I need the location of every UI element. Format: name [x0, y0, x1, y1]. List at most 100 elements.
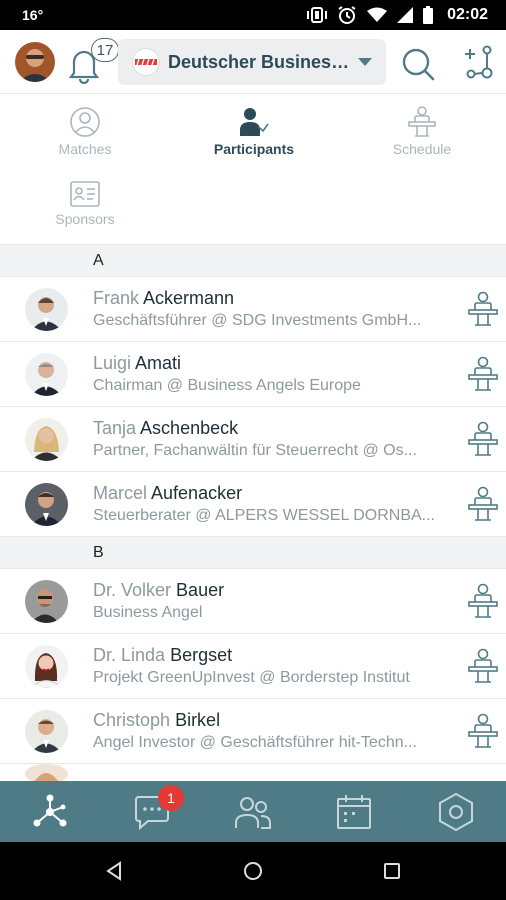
avatar	[25, 580, 68, 623]
participant-title: Steuerberater @ ALPERS WESSEL DORNBA...	[93, 507, 435, 524]
event-logo	[132, 48, 160, 76]
participant-title: Chairman @ Business Angels Europe	[93, 377, 361, 394]
home-icon[interactable]	[243, 861, 263, 881]
nav-chat[interactable]	[102, 781, 202, 842]
tab-label: Participants	[213, 141, 295, 157]
participant-row[interactable]: Marcel Aufenacker Steuerberater @ ALPERS…	[0, 472, 506, 537]
tab-participants[interactable]: Participants	[194, 106, 314, 166]
bottom-navigation: 1	[0, 781, 506, 842]
participant-row[interactable]: Dr. Volker Bauer Business Angel	[0, 569, 506, 634]
event-name: Deutscher Business...	[168, 51, 350, 72]
chat-unread-badge: 1	[158, 785, 184, 811]
my-avatar[interactable]	[15, 42, 55, 82]
vibrate-icon	[307, 7, 328, 23]
avatar	[25, 710, 68, 753]
notifications-button[interactable]: 17	[66, 38, 122, 84]
add-connection-button[interactable]	[460, 44, 496, 80]
person-circle-icon	[70, 107, 100, 137]
meeting-table-icon[interactable]	[467, 713, 499, 751]
nav-settings[interactable]	[406, 781, 506, 842]
participants-list[interactable]: A Frank Ackermann Geschäftsführer @ SDG …	[0, 244, 506, 781]
nav-calendar[interactable]	[304, 781, 404, 842]
top-app-bar: 17 Deutscher Business...	[0, 30, 506, 94]
section-tabs: Matches Participants Schedule Sponsors	[0, 94, 506, 244]
participant-row[interactable]: Dr. Linda Bergset Projekt GreenUpInvest …	[0, 634, 506, 699]
meeting-table-icon[interactable]	[467, 421, 499, 459]
clock: 02:02	[447, 6, 488, 23]
first-name: Luigi	[93, 353, 132, 373]
first-name: Dr. Volker	[93, 580, 172, 600]
avatar	[25, 483, 68, 526]
tab-label: Sponsors	[55, 211, 115, 227]
meeting-table-icon[interactable]	[467, 291, 499, 329]
nav-participants[interactable]	[203, 781, 303, 842]
status-icons: 02:02	[307, 5, 488, 25]
first-name: Christoph	[93, 710, 171, 730]
participant-name: Dr. Volker Bauer	[93, 580, 224, 601]
event-selector[interactable]: Deutscher Business...	[118, 39, 386, 85]
first-name: Frank	[93, 288, 140, 308]
tab-label: Matches	[58, 141, 112, 157]
meeting-table-icon	[408, 106, 436, 137]
participant-name: Dr. Linda Bergset	[93, 645, 232, 666]
participant-name: Marcel Aufenacker	[93, 483, 242, 504]
nav-network[interactable]	[0, 781, 100, 842]
section-header-b: B	[0, 537, 506, 569]
participant-row-partial[interactable]	[0, 764, 506, 781]
system-navigation-bar	[0, 842, 506, 900]
notification-count-badge: 17	[91, 38, 119, 62]
id-card-icon	[70, 181, 100, 207]
participant-row[interactable]: Christoph Birkel Angel Investor @ Geschä…	[0, 699, 506, 764]
battery-icon	[423, 6, 434, 24]
participant-title: Geschäftsführer @ SDG Investments GmbH..…	[93, 312, 422, 329]
participant-name: Tanja Aschenbeck	[93, 418, 238, 439]
last-name: Bauer	[176, 580, 225, 600]
tab-schedule[interactable]: Schedule	[362, 106, 482, 166]
network-add-icon	[465, 45, 493, 79]
recents-icon[interactable]	[384, 863, 400, 879]
wifi-icon	[367, 7, 388, 22]
tab-matches[interactable]: Matches	[25, 106, 145, 166]
calendar-icon	[337, 794, 371, 829]
participant-row[interactable]: Tanja Aschenbeck Partner, Fachanwältin f…	[0, 407, 506, 472]
meeting-table-icon[interactable]	[467, 486, 499, 524]
participant-title: Projekt GreenUpInvest @ Borderstep Insti…	[93, 669, 410, 686]
network-icon	[33, 794, 67, 826]
participant-row[interactable]: Frank Ackermann Geschäftsführer @ SDG In…	[0, 277, 506, 342]
hexagon-settings-icon	[439, 792, 473, 831]
meeting-table-icon[interactable]	[467, 356, 499, 394]
caret-down-icon	[358, 58, 372, 66]
last-name: Aschenbeck	[140, 418, 239, 438]
status-bar: 16° 02:02	[0, 0, 506, 30]
search-icon	[402, 48, 435, 81]
signal-icon	[397, 7, 414, 23]
last-name: Birkel	[175, 710, 221, 730]
app-screen: 16° 02:02 17 Deutscher Business... Match…	[0, 0, 506, 900]
avatar	[25, 645, 68, 688]
participant-title: Angel Investor @ Geschäftsführer hit-Tec…	[93, 734, 417, 751]
avatar	[25, 418, 68, 461]
person-check-icon	[240, 108, 269, 136]
meeting-table-icon[interactable]	[467, 583, 499, 621]
section-header-a: A	[0, 245, 506, 277]
last-name: Aufenacker	[151, 483, 243, 503]
meeting-table-icon[interactable]	[467, 648, 499, 686]
last-name: Ackermann	[143, 288, 235, 308]
first-name: Marcel	[93, 483, 148, 503]
avatar	[25, 353, 68, 396]
participant-title: Business Angel	[93, 604, 203, 621]
people-icon	[235, 796, 271, 829]
tab-label: Schedule	[392, 141, 452, 157]
first-name: Tanja	[93, 418, 137, 438]
last-name: Amati	[135, 353, 182, 373]
search-button[interactable]	[400, 46, 436, 82]
participant-name: Christoph Birkel	[93, 710, 220, 731]
participant-row[interactable]: Luigi Amati Chairman @ Business Angels E…	[0, 342, 506, 407]
tab-sponsors[interactable]: Sponsors	[25, 180, 145, 240]
temperature-indicator: 16°	[22, 7, 44, 23]
participant-title: Partner, Fachanwältin für Steuerrecht @ …	[93, 442, 417, 459]
avatar	[25, 288, 68, 331]
avatar	[25, 764, 68, 781]
participant-name: Frank Ackermann	[93, 288, 234, 309]
back-icon[interactable]	[104, 861, 124, 881]
